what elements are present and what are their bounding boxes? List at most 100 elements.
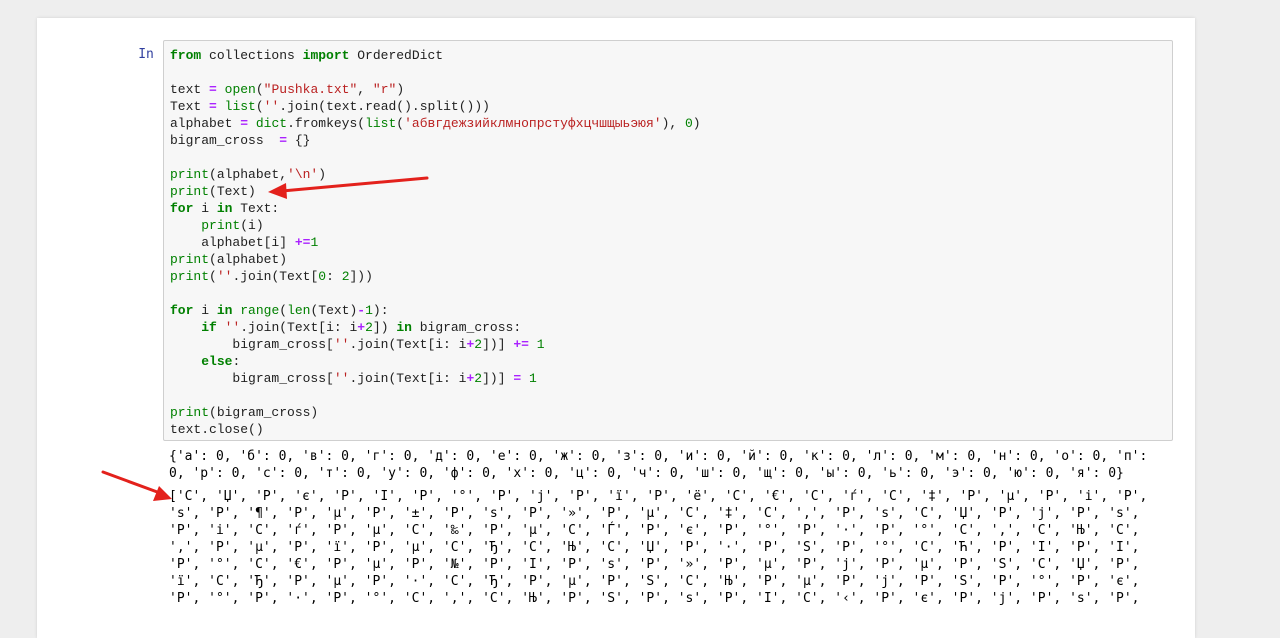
code-token: ]) xyxy=(372,320,397,335)
code-token: ), xyxy=(661,116,685,131)
code-token: ) xyxy=(692,116,701,131)
code-token: print xyxy=(170,167,210,182)
code-token: '' xyxy=(216,269,233,284)
code-token: ): xyxy=(372,303,389,318)
code-token: len xyxy=(287,303,311,318)
code-token: Text xyxy=(170,99,210,114)
code-line: from collections import OrderedDict xyxy=(170,47,701,64)
code-token: for xyxy=(170,303,194,318)
code-cell-editor[interactable]: from collections import OrderedDict text … xyxy=(163,40,1173,441)
code-line: bigram_cross[''.join(Text[i: i+2])] += 1 xyxy=(170,336,701,353)
code-line: bigram_cross[''.join(Text[i: i+2])] = 1 xyxy=(170,370,701,387)
code-token: else xyxy=(201,354,233,369)
code-line: if ''.join(Text[i: i+2]) in bigram_cross… xyxy=(170,319,701,336)
code-token: : xyxy=(326,269,342,284)
output-line: ',', 'Р', 'µ', 'Р', 'ї', 'Р', 'µ', 'С', … xyxy=(169,540,1140,555)
code-token: OrderedDict xyxy=(349,48,444,63)
code-token: text xyxy=(170,82,210,97)
code-token: Text: xyxy=(232,201,280,216)
code-line: print(i) xyxy=(170,217,701,234)
code-line: alphabet[i] +=1 xyxy=(170,234,701,251)
code-token: = xyxy=(240,116,249,131)
code-line: else: xyxy=(170,353,701,370)
output-line: 's', 'Р', '¶', 'Р', 'µ', 'Р', '±', 'Р', … xyxy=(169,506,1140,521)
code-token: = xyxy=(513,371,522,386)
code-token: ])] xyxy=(482,371,514,386)
code-token: '' xyxy=(263,99,280,114)
code-token: '\n' xyxy=(287,167,319,182)
code-token: bigram_cross[ xyxy=(170,337,334,352)
code-token: 0 xyxy=(318,269,327,284)
cell-output: {'а': 0, 'б': 0, 'в': 0, 'г': 0, 'д': 0,… xyxy=(169,448,1169,607)
code-token: .join(Text[i: i xyxy=(349,337,467,352)
code-token: i xyxy=(193,303,217,318)
code-token: 1 xyxy=(365,303,373,318)
code-line: bigram_cross = {} xyxy=(170,132,701,149)
code-token: 1 xyxy=(310,235,319,250)
code-block[interactable]: from collections import OrderedDict text … xyxy=(170,47,701,438)
output-line: ['С', 'Џ', 'Р', 'є', 'Р', 'І', 'Р', '°',… xyxy=(169,489,1148,504)
code-token: 2 xyxy=(341,269,350,284)
code-line: print(''.join(Text[0: 2])) xyxy=(170,268,701,285)
code-token: bigram_cross[ xyxy=(170,371,334,386)
code-token: (alphabet, xyxy=(209,167,288,182)
code-line: text.close() xyxy=(170,421,701,438)
code-token: ( xyxy=(209,269,217,284)
code-token: 'абвгдежзийклмнопрстуфхцчшщыьэюя' xyxy=(404,116,662,131)
code-token: 2 xyxy=(474,371,483,386)
code-token: ) xyxy=(396,82,405,97)
code-line: Text = list(''.join(text.read().split())… xyxy=(170,98,701,115)
code-token: = xyxy=(209,82,217,97)
code-token: .join(text.read().split())) xyxy=(279,99,490,114)
code-token: in xyxy=(216,201,233,216)
code-token: print xyxy=(170,184,210,199)
code-token: if xyxy=(201,320,217,335)
code-token: (alphabet) xyxy=(209,252,288,267)
code-token: collections xyxy=(201,48,303,63)
code-token: : xyxy=(232,354,241,369)
code-token: in xyxy=(396,320,412,335)
code-token: 1 xyxy=(528,371,537,386)
code-token: += xyxy=(513,337,529,352)
output-line: 0, 'р': 0, 'с': 0, 'т': 0, 'у': 0, 'ф': … xyxy=(169,466,1124,481)
code-token: += xyxy=(294,235,311,250)
code-token: ( xyxy=(255,99,264,114)
code-token: print xyxy=(201,218,241,233)
code-token: (i) xyxy=(240,218,264,233)
code-token: from xyxy=(170,48,202,63)
code-token: ])) xyxy=(349,269,373,284)
code-token: i xyxy=(193,201,217,216)
code-token: range xyxy=(240,303,280,318)
code-token: ) xyxy=(318,167,327,182)
code-token: bigram_cross xyxy=(170,133,280,148)
output-line: 'Р', '°', 'Р', '·', 'Р', '°', 'С', ',', … xyxy=(169,591,1140,606)
code-token: print xyxy=(170,405,210,420)
code-token: .join(Text[i: i xyxy=(349,371,467,386)
code-token: print xyxy=(170,252,210,267)
code-token: '' xyxy=(224,320,241,335)
code-token: 2 xyxy=(474,337,483,352)
code-token: 0 xyxy=(684,116,693,131)
code-token: dict xyxy=(255,116,288,131)
code-line: alphabet = dict.fromkeys(list('абвгдежзи… xyxy=(170,115,701,132)
code-line: print(bigram_cross) xyxy=(170,404,701,421)
code-token: 2 xyxy=(365,320,373,335)
dict-output: {'а': 0, 'б': 0, 'в': 0, 'г': 0, 'д': 0,… xyxy=(169,448,1169,482)
code-line: print(alphabet,'\n') xyxy=(170,166,701,183)
code-token: "Pushka.txt" xyxy=(263,82,358,97)
code-token: open xyxy=(224,82,256,97)
code-token: in xyxy=(216,303,233,318)
code-token: .join(Text[i: i xyxy=(240,320,358,335)
code-token: '' xyxy=(333,371,350,386)
output-line: 'Р', '°', 'С', '€', 'Р', 'µ', 'Р', '№', … xyxy=(169,557,1140,572)
code-token: for xyxy=(170,201,194,216)
code-token: .fromkeys( xyxy=(287,116,366,131)
output-line: 'Р', 'і', 'С', 'ѓ', 'Р', 'µ', 'С', '‰', … xyxy=(169,523,1140,538)
